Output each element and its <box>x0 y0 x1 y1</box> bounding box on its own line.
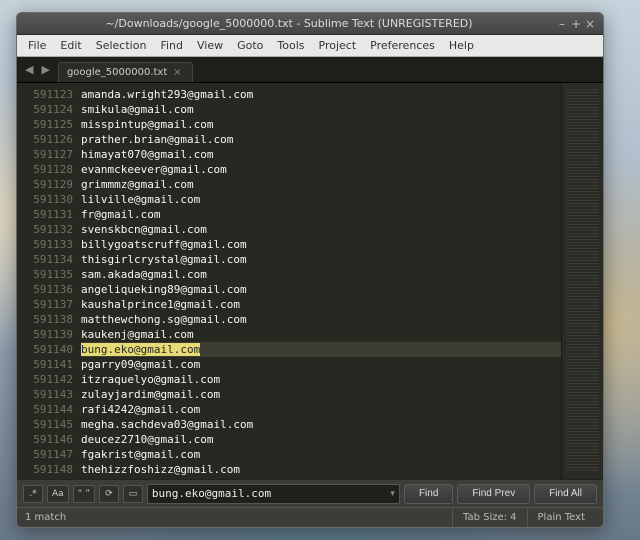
line-number: 591149 <box>21 477 73 479</box>
line-number: 591128 <box>21 162 73 177</box>
line-number: 591135 <box>21 267 73 282</box>
text-line[interactable]: thehizzfoshizz@gmail.com <box>81 462 561 477</box>
line-number: 591142 <box>21 372 73 387</box>
text-line[interactable]: fr@gmail.com <box>81 207 561 222</box>
find-all-button[interactable]: Find All <box>534 484 597 504</box>
file-tab-label: google_5000000.txt <box>67 67 167 78</box>
line-number: 591123 <box>21 87 73 102</box>
line-number: 591130 <box>21 192 73 207</box>
status-bar: 1 match Tab Size: 4 Plain Text <box>17 507 603 527</box>
tabbar: ◀ ▶ google_5000000.txt × <box>17 57 603 83</box>
menu-selection[interactable]: Selection <box>89 37 154 54</box>
text-line[interactable]: billygoatscruff@gmail.com <box>81 237 561 252</box>
search-history-dropdown-icon[interactable]: ▾ <box>386 489 395 499</box>
text-line[interactable]: misspintup@gmail.com <box>81 117 561 132</box>
line-number: 591132 <box>21 222 73 237</box>
in-selection-toggle[interactable]: ▭ <box>123 485 143 503</box>
minimap[interactable] <box>561 83 603 479</box>
text-line[interactable]: bung.eko@gmail.com <box>81 342 561 357</box>
text-line[interactable]: evanmckeever@gmail.com <box>81 162 561 177</box>
text-line[interactable]: lilville@gmail.com <box>81 192 561 207</box>
text-line[interactable]: adzafrengky@gmail.com <box>81 477 561 479</box>
menu-view[interactable]: View <box>190 37 230 54</box>
titlebar: ~/Downloads/google_5000000.txt - Sublime… <box>17 13 603 35</box>
text-line[interactable]: zulayjardim@gmail.com <box>81 387 561 402</box>
line-number: 591145 <box>21 417 73 432</box>
menubar: File Edit Selection Find View Goto Tools… <box>17 35 603 57</box>
whole-word-toggle[interactable]: “ ” <box>73 485 95 503</box>
status-tab-size[interactable]: Tab Size: 4 <box>452 508 527 527</box>
tab-nav-forward-icon[interactable]: ▶ <box>37 63 53 76</box>
text-line[interactable]: megha.sachdeva03@gmail.com <box>81 417 561 432</box>
minimize-button[interactable]: – <box>555 18 569 30</box>
line-number: 591129 <box>21 177 73 192</box>
text-line[interactable]: angeliqueking89@gmail.com <box>81 282 561 297</box>
text-line[interactable]: deucez2710@gmail.com <box>81 432 561 447</box>
search-match-highlight: bung.eko@gmail.com <box>81 343 200 356</box>
line-number: 591131 <box>21 207 73 222</box>
status-syntax[interactable]: Plain Text <box>527 508 595 527</box>
case-sensitive-toggle[interactable]: Aa <box>47 485 69 503</box>
line-number: 591141 <box>21 357 73 372</box>
text-line[interactable]: matthewchong.sg@gmail.com <box>81 312 561 327</box>
line-number: 591148 <box>21 462 73 477</box>
line-number: 591143 <box>21 387 73 402</box>
line-number: 591146 <box>21 432 73 447</box>
line-number: 591133 <box>21 237 73 252</box>
menu-tools[interactable]: Tools <box>270 37 311 54</box>
line-number: 591140 <box>21 342 73 357</box>
regex-toggle[interactable]: .* <box>23 485 43 503</box>
text-line[interactable]: rafi4242@gmail.com <box>81 402 561 417</box>
line-number: 591138 <box>21 312 73 327</box>
search-input[interactable] <box>152 487 387 500</box>
find-bar: .* Aa “ ” ⟳ ▭ ▾ Find Find Prev Find All <box>17 479 603 507</box>
line-number: 591144 <box>21 402 73 417</box>
tab-nav-back-icon[interactable]: ◀ <box>21 63 37 76</box>
menu-preferences[interactable]: Preferences <box>363 37 442 54</box>
text-line[interactable]: itzraquelyo@gmail.com <box>81 372 561 387</box>
maximize-button[interactable]: + <box>569 18 583 30</box>
editor[interactable]: 5911235911245911255911265911275911285911… <box>17 83 603 479</box>
line-number: 591139 <box>21 327 73 342</box>
text-line[interactable]: svenskbcn@gmail.com <box>81 222 561 237</box>
line-number: 591137 <box>21 297 73 312</box>
menu-find[interactable]: Find <box>153 37 190 54</box>
window-title: ~/Downloads/google_5000000.txt - Sublime… <box>23 17 555 30</box>
text-line[interactable]: grimmmz@gmail.com <box>81 177 561 192</box>
text-line[interactable]: pgarry09@gmail.com <box>81 357 561 372</box>
wrap-toggle[interactable]: ⟳ <box>99 485 119 503</box>
text-content[interactable]: amanda.wright293@gmail.comsmikula@gmail.… <box>81 83 561 479</box>
line-number: 591127 <box>21 147 73 162</box>
text-line[interactable]: kaushalprince1@gmail.com <box>81 297 561 312</box>
text-line[interactable]: kaukenj@gmail.com <box>81 327 561 342</box>
find-prev-button[interactable]: Find Prev <box>457 484 530 504</box>
menu-help[interactable]: Help <box>442 37 481 54</box>
text-line[interactable]: sam.akada@gmail.com <box>81 267 561 282</box>
line-number: 591124 <box>21 102 73 117</box>
search-field-wrapper: ▾ <box>147 484 400 504</box>
text-line[interactable]: himayat070@gmail.com <box>81 147 561 162</box>
find-button[interactable]: Find <box>404 484 453 504</box>
line-number-gutter: 5911235911245911255911265911275911285911… <box>17 83 81 479</box>
text-line[interactable]: fgakrist@gmail.com <box>81 447 561 462</box>
text-line[interactable]: smikula@gmail.com <box>81 102 561 117</box>
close-tab-icon[interactable]: × <box>173 67 181 78</box>
text-line[interactable]: amanda.wright293@gmail.com <box>81 87 561 102</box>
line-number: 591125 <box>21 117 73 132</box>
app-window: ~/Downloads/google_5000000.txt - Sublime… <box>16 12 604 528</box>
menu-file[interactable]: File <box>21 37 53 54</box>
line-number: 591126 <box>21 132 73 147</box>
menu-project[interactable]: Project <box>312 37 364 54</box>
close-button[interactable]: × <box>583 18 597 30</box>
file-tab[interactable]: google_5000000.txt × <box>58 62 193 82</box>
line-number: 591134 <box>21 252 73 267</box>
status-match-count: 1 match <box>25 512 66 523</box>
text-line[interactable]: thisgirlcrystal@gmail.com <box>81 252 561 267</box>
line-number: 591136 <box>21 282 73 297</box>
menu-edit[interactable]: Edit <box>53 37 88 54</box>
text-line[interactable]: prather.brian@gmail.com <box>81 132 561 147</box>
line-number: 591147 <box>21 447 73 462</box>
menu-goto[interactable]: Goto <box>230 37 270 54</box>
